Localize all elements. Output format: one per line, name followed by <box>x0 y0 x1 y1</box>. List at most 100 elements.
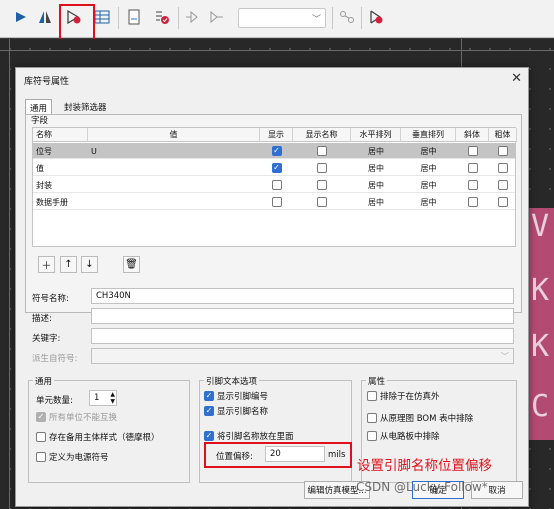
field-value-cell[interactable] <box>88 177 260 193</box>
h-align-cell[interactable]: 居中 <box>351 194 401 210</box>
italic-checkbox[interactable] <box>467 197 478 207</box>
h-align-cell[interactable]: 居中 <box>351 160 401 176</box>
exclude-board-checkbox[interactable]: 从电路板中排除 <box>367 430 440 442</box>
field-value-cell[interactable]: U <box>88 143 260 159</box>
general-group-title: 通用 <box>33 375 55 387</box>
highlight-box <box>59 4 95 41</box>
fields-table: 名称 值 显示 显示名称 水平排列 垂直排列 斜体 粗体 位号 U ✓ 居中 居中值 ✓ 居… <box>32 127 517 247</box>
show-name-cell[interactable] <box>293 143 351 159</box>
show-checkbox[interactable] <box>271 180 282 190</box>
bold-cell[interactable] <box>489 194 517 210</box>
show-name-checkbox[interactable] <box>317 197 327 207</box>
units-spinner[interactable]: 1 ▲ ▼ <box>89 390 117 406</box>
col-v-align[interactable]: 垂直排列 <box>401 128 456 142</box>
tab-general[interactable]: 通用 <box>25 99 53 115</box>
desc-field[interactable] <box>91 308 514 324</box>
italic-cell[interactable] <box>456 194 489 210</box>
bold-checkbox[interactable] <box>498 197 508 207</box>
bold-checkbox[interactable] <box>498 180 508 190</box>
fields-group-label: 字段 <box>31 116 49 126</box>
show-checkbox[interactable] <box>271 197 282 207</box>
h-align-cell[interactable]: 居中 <box>351 177 401 193</box>
italic-cell[interactable] <box>456 160 489 176</box>
field-value-cell[interactable] <box>88 160 260 176</box>
field-value-cell[interactable] <box>88 194 260 210</box>
keywords-field[interactable] <box>91 328 514 344</box>
move-up-button[interactable]: ↑ <box>60 256 77 273</box>
show-name-cell[interactable] <box>293 177 351 193</box>
table-row[interactable]: 数据手册 居中 居中 <box>33 194 515 210</box>
spin-arrows-icon[interactable]: ▲ ▼ <box>110 391 115 405</box>
table-row[interactable]: 值 ✓ 居中 居中 <box>33 160 515 176</box>
check-list-icon[interactable] <box>151 6 173 28</box>
close-icon[interactable]: ✕ <box>511 71 522 86</box>
show-cell[interactable] <box>260 194 293 210</box>
bold-cell[interactable] <box>489 160 517 176</box>
show-pin-name-checkbox[interactable]: ✓ 显示引脚名称 <box>204 405 268 417</box>
move-down-button[interactable]: ↓ <box>81 256 98 273</box>
col-show-name[interactable]: 显示名称 <box>293 128 351 142</box>
pin-in-icon[interactable] <box>182 6 204 28</box>
field-name-cell[interactable]: 值 <box>33 160 88 176</box>
link-icon[interactable] <box>336 6 358 28</box>
doc-icon[interactable] <box>123 6 145 28</box>
show-cell[interactable]: ✓ <box>260 160 293 176</box>
arrow-right-icon[interactable] <box>10 6 32 28</box>
symbol-name-label: 符号名称: <box>32 294 69 304</box>
italic-cell[interactable] <box>456 143 489 159</box>
v-align-cell[interactable]: 居中 <box>401 194 456 210</box>
canvas-text: K <box>531 329 550 364</box>
exclude-bom-checkbox[interactable]: 从原理图 BOM 表中排除 <box>367 412 473 424</box>
show-cell[interactable] <box>260 177 293 193</box>
col-italic[interactable]: 斜体 <box>456 128 489 142</box>
fields-panel: 字段 名称 值 显示 显示名称 水平排列 垂直排列 斜体 粗体 位号 U ✓ 居中 居中… <box>25 114 522 313</box>
show-name-checkbox[interactable] <box>317 146 327 156</box>
plus-icon: ＋ <box>41 261 52 272</box>
show-name-cell[interactable] <box>293 194 351 210</box>
italic-checkbox[interactable] <box>467 146 478 156</box>
delete-field-button[interactable]: 🗑 <box>123 256 140 273</box>
flip-icon[interactable] <box>34 6 56 28</box>
h-align-cell[interactable]: 居中 <box>351 143 401 159</box>
bold-checkbox[interactable] <box>498 146 508 156</box>
show-name-checkbox[interactable] <box>317 163 327 173</box>
v-align-cell[interactable]: 居中 <box>401 160 456 176</box>
trash-icon: 🗑 <box>125 259 138 270</box>
show-pin-number-checkbox[interactable]: ✓ 显示引脚编号 <box>204 390 268 402</box>
symbol-add-icon[interactable] <box>365 6 387 28</box>
pin-name-inside-checkbox[interactable]: ✓ 将引脚名称放在里面 <box>204 430 294 442</box>
v-align-cell[interactable]: 居中 <box>401 143 456 159</box>
layer-combo[interactable]: ﹀ <box>238 8 326 28</box>
pin-out-icon[interactable] <box>206 6 228 28</box>
field-name-cell[interactable]: 数据手册 <box>33 194 88 210</box>
col-h-align[interactable]: 水平排列 <box>351 128 401 142</box>
show-checkbox[interactable]: ✓ <box>271 163 282 173</box>
all-units-checkbox: ✓ 所有单位不能互换 <box>36 412 118 423</box>
power-symbol-checkbox[interactable]: 定义为电源符号 <box>36 451 109 463</box>
field-name-cell[interactable]: 封装 <box>33 177 88 193</box>
symbol-name-field[interactable]: CH340N <box>91 288 514 304</box>
show-checkbox[interactable]: ✓ <box>271 146 282 156</box>
table-row[interactable]: 封装 居中 居中 <box>33 177 515 193</box>
col-name[interactable]: 名称 <box>33 128 88 142</box>
show-name-checkbox[interactable] <box>317 180 327 190</box>
col-value[interactable]: 值 <box>88 128 260 142</box>
show-name-cell[interactable] <box>293 160 351 176</box>
tab-footprint-filter[interactable]: 封装筛选器 <box>60 99 111 115</box>
bold-checkbox[interactable] <box>498 163 508 173</box>
alt-style-checkbox[interactable]: 存在备用主体样式（德摩根） <box>36 431 160 443</box>
col-bold[interactable]: 粗体 <box>489 128 517 142</box>
add-field-button[interactable]: ＋ <box>38 256 55 273</box>
v-align-cell[interactable]: 居中 <box>401 177 456 193</box>
bold-cell[interactable] <box>489 177 517 193</box>
col-show[interactable]: 显示 <box>260 128 293 142</box>
show-cell[interactable]: ✓ <box>260 143 293 159</box>
italic-checkbox[interactable] <box>467 180 478 190</box>
pin-text-group-title: 引脚文本选项 <box>204 375 260 387</box>
exclude-sim-checkbox[interactable]: 排除于在仿真外 <box>367 390 440 402</box>
bold-cell[interactable] <box>489 143 517 159</box>
italic-checkbox[interactable] <box>467 163 478 173</box>
table-row[interactable]: 位号 U ✓ 居中 居中 <box>33 143 515 159</box>
italic-cell[interactable] <box>456 177 489 193</box>
field-name-cell[interactable]: 位号 <box>33 143 88 159</box>
